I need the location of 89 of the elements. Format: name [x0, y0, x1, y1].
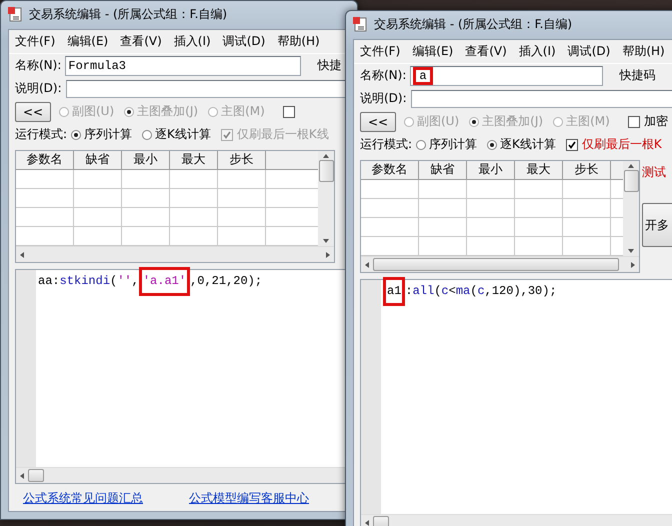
radio-label: 逐K线计算: [155, 126, 211, 143]
radio-label: 序列计算: [84, 126, 132, 143]
window-title: 交易系统编辑 - (所属公式组：F.自编): [29, 6, 228, 22]
column-header[interactable]: 参数名: [16, 151, 74, 169]
refresh-label: 仅刷最后一根K: [582, 136, 662, 153]
checkbox[interactable]: [628, 116, 640, 128]
name-value: Formula3: [68, 60, 126, 72]
column-header[interactable]: 缺省: [419, 161, 467, 179]
menu-item[interactable]: 帮助(H): [277, 33, 320, 50]
run-mode-label: 运行模式:: [15, 126, 68, 143]
code-token: stkindi: [60, 274, 110, 289]
radio-label: 序列计算: [429, 136, 478, 153]
horizontal-scrollbar[interactable]: [361, 514, 672, 526]
vertical-scrollbar[interactable]: [318, 151, 334, 246]
radio-label: 副图(U): [417, 113, 460, 130]
description-field[interactable]: [410, 90, 672, 108]
name-value: a: [413, 66, 433, 84]
code-token: aa:: [38, 274, 60, 289]
column-header[interactable]: 步长: [563, 161, 611, 179]
menu-item[interactable]: 插入(I): [174, 33, 211, 50]
menu-item[interactable]: 帮助(H): [622, 43, 665, 60]
radio-label: 主图(M): [221, 103, 265, 120]
shortcut-label: 快捷码: [619, 67, 656, 84]
column-header[interactable]: 缺省: [74, 151, 122, 169]
menu-item[interactable]: 文件(F): [15, 33, 56, 50]
menu-item[interactable]: 插入(I): [518, 43, 556, 60]
collapse-button[interactable]: <<: [15, 102, 51, 122]
checkbox[interactable]: [282, 106, 295, 118]
code-token: 'a.a1': [138, 267, 190, 296]
column-header[interactable]: 参数名: [361, 161, 419, 179]
code-editor[interactable]: a1 :all(c<ma(c,120),30);: [360, 279, 672, 526]
radio-label: 主图(M): [566, 113, 610, 130]
code-token: ,120),30);: [484, 284, 557, 299]
radio-button[interactable]: [142, 130, 152, 140]
test-label: 测试: [642, 164, 667, 181]
open-long-button[interactable]: 开多: [642, 203, 672, 247]
collapse-button[interactable]: <<: [360, 112, 396, 132]
name-label: 名称(N):: [360, 67, 406, 84]
menu-item[interactable]: 调试(D): [568, 43, 610, 60]
menu-item[interactable]: 文件(F): [360, 43, 400, 60]
vertical-scrollbar[interactable]: [623, 161, 639, 256]
code-token: (: [110, 274, 118, 289]
help-link[interactable]: 公式系统常见问题汇总: [23, 490, 143, 507]
run-mode-label: 运行模式:: [360, 136, 412, 153]
code-token: :: [405, 284, 413, 299]
radio-button[interactable]: [71, 130, 82, 140]
menu-item[interactable]: 调试(D): [222, 33, 266, 50]
app-icon: [7, 6, 23, 22]
horizontal-scrollbar[interactable]: [16, 246, 334, 262]
checkbox[interactable]: [566, 138, 578, 150]
shortcut-label: 快捷: [317, 57, 342, 74]
code-token: ma: [456, 284, 470, 299]
help-link[interactable]: 公式模型编写客服中心: [189, 490, 309, 507]
code-token: c: [441, 284, 449, 299]
code-token: <: [448, 284, 456, 299]
name-label: 名称(N):: [15, 57, 62, 74]
column-header[interactable]: 最大: [170, 151, 218, 169]
code-token: all: [412, 284, 434, 299]
code-token: ,0,21,20);: [190, 274, 262, 289]
menu-item[interactable]: 查看(V): [120, 33, 162, 50]
radio-label: 主图叠加(J): [482, 113, 544, 130]
description-label: 说明(D):: [15, 80, 62, 97]
column-header[interactable]: 最小: [122, 151, 170, 169]
name-field[interactable]: Formula3: [65, 56, 302, 76]
column-header[interactable]: 最小: [467, 161, 515, 179]
radio-label: 逐K线计算: [500, 136, 556, 153]
name-field[interactable]: a: [410, 66, 604, 86]
code-token: (: [434, 284, 442, 299]
code-token: ,: [132, 274, 139, 289]
menu-item[interactable]: 查看(V): [465, 43, 507, 60]
column-header[interactable]: 步长: [218, 151, 266, 169]
radio-button[interactable]: [416, 140, 426, 150]
radio-button[interactable]: [487, 140, 498, 150]
encrypt-label: 加密: [644, 113, 668, 130]
code-token: '': [117, 274, 132, 289]
menu-item[interactable]: 编辑(E): [67, 33, 108, 50]
column-header[interactable]: 最大: [515, 161, 563, 179]
horizontal-scrollbar[interactable]: [16, 467, 348, 483]
radio-label: 副图(U): [72, 103, 114, 120]
menu-item[interactable]: 编辑(E): [412, 43, 454, 60]
refresh-label: 仅刷最后一根K线: [236, 126, 329, 143]
app-icon: [352, 16, 368, 32]
window-title: 交易系统编辑 - (所属公式组：F.自编): [374, 16, 572, 32]
code-token: (: [470, 284, 478, 299]
code-token: a1: [383, 277, 406, 306]
radio-label: 主图叠加(J): [137, 103, 198, 120]
code-token: c: [477, 284, 485, 299]
horizontal-scrollbar[interactable]: [361, 256, 639, 272]
description-label: 说明(D):: [360, 90, 407, 107]
